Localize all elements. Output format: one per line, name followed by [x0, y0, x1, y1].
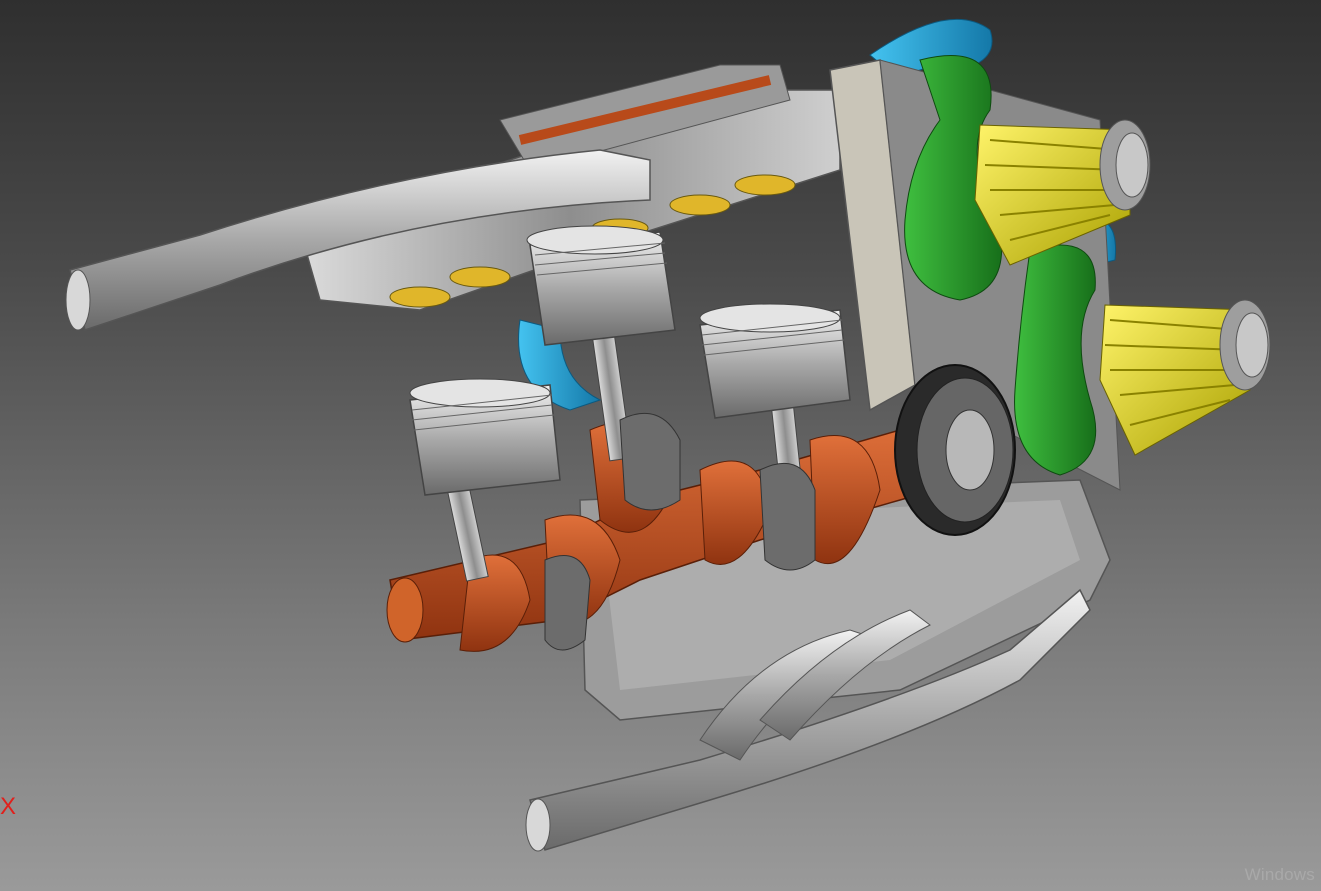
- piston[interactable]: [699, 303, 851, 419]
- flywheel[interactable]: [894, 364, 1016, 536]
- axis-indicator-x: X: [0, 793, 17, 820]
- air-filter-lower[interactable]: [1099, 299, 1271, 456]
- 3d-viewport[interactable]: [0, 0, 1321, 891]
- piston[interactable]: [409, 378, 561, 496]
- os-watermark: Windows: [1244, 865, 1315, 884]
- piston[interactable]: [526, 225, 676, 346]
- air-filter-upper[interactable]: [974, 119, 1151, 266]
